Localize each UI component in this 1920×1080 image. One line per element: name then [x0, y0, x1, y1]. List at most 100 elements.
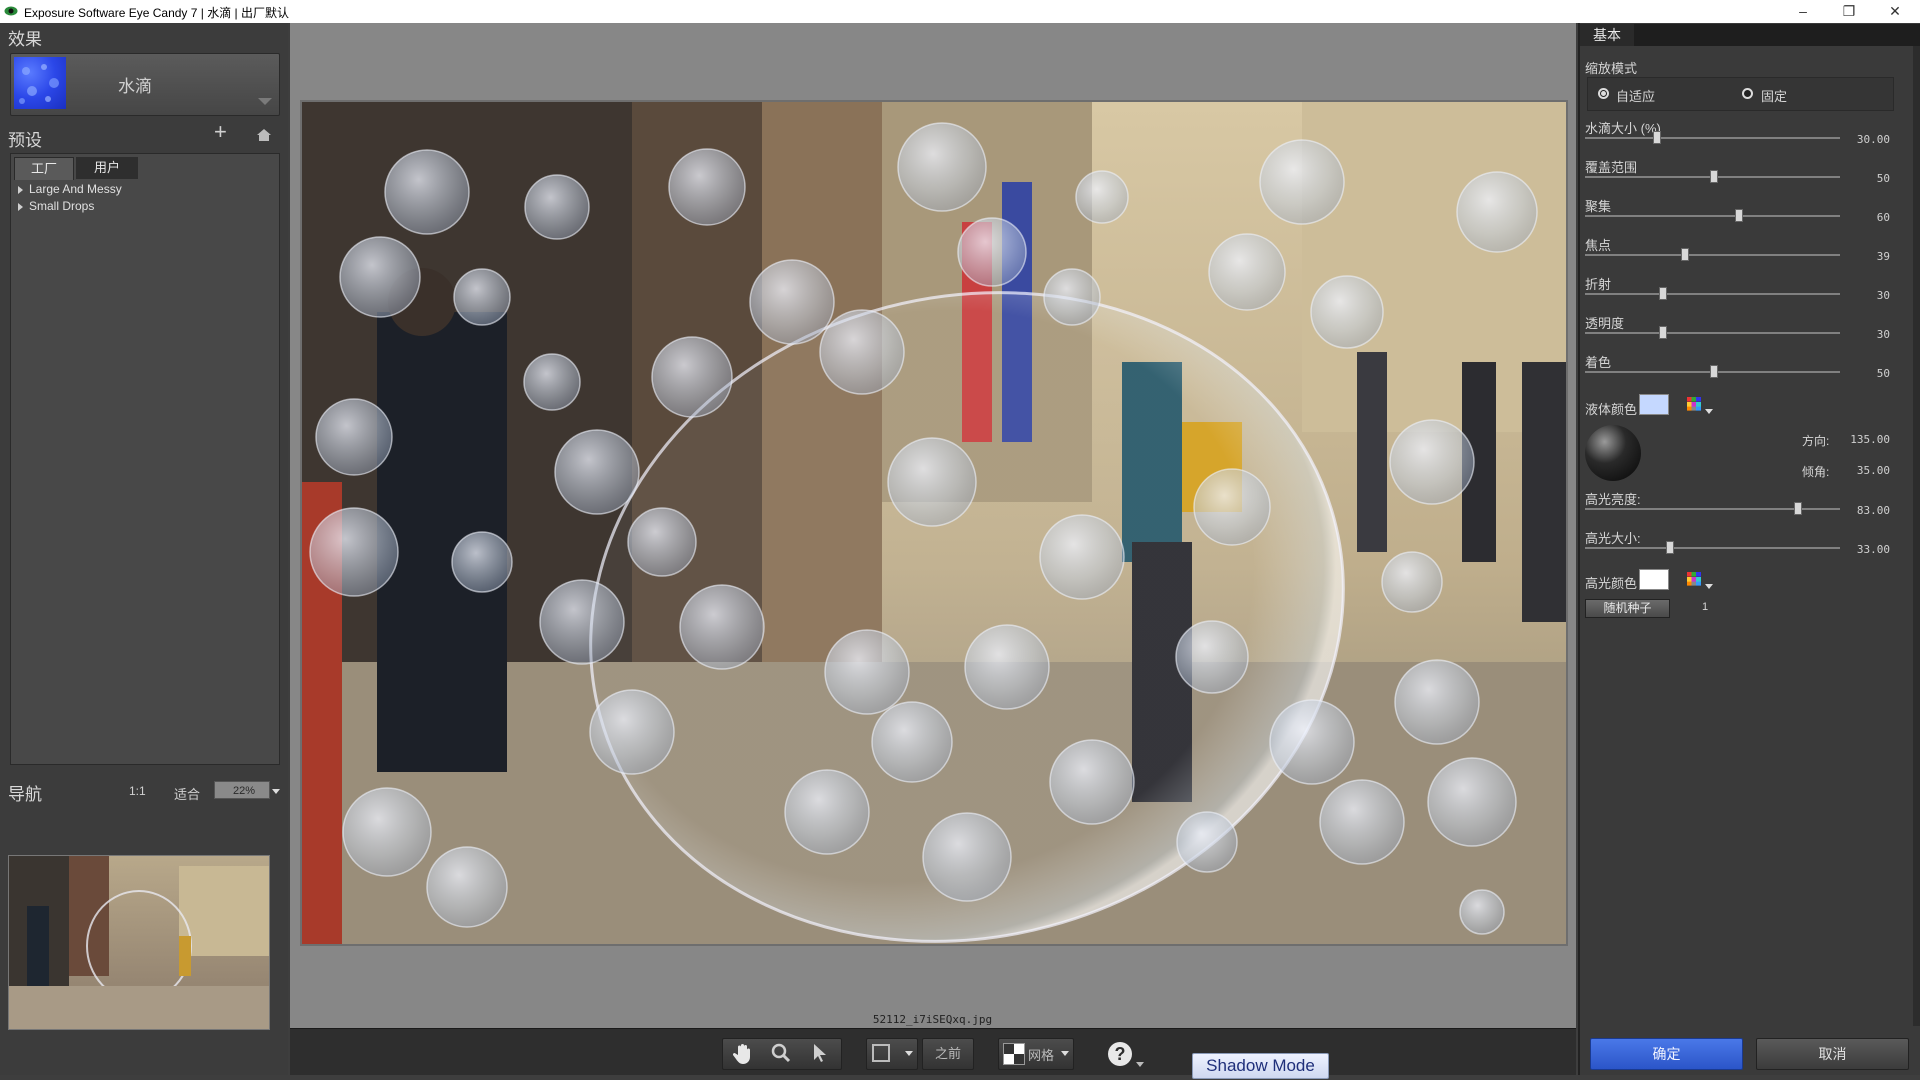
highlight-color-label: 高光颜色 — [1585, 576, 1638, 591]
chevron-down-icon[interactable] — [258, 98, 272, 105]
minimize-button[interactable]: – — [1780, 0, 1826, 23]
list-item[interactable]: Small Drops — [18, 199, 94, 213]
hand-tool-icon[interactable] — [732, 1043, 752, 1065]
window-title: Exposure Software Eye Candy 7 | 水滴 | 出厂默… — [24, 6, 289, 20]
right-panel-scrollbar[interactable] — [1913, 46, 1920, 1026]
list-item-label: Large And Messy — [29, 182, 122, 196]
sliders-slider-thumb[interactable] — [1653, 131, 1661, 144]
sliders2-slider-label: 高光亮度: — [1585, 492, 1641, 507]
sliders-slider-track[interactable] — [1585, 293, 1840, 295]
effect-thumbnail — [14, 57, 66, 109]
sliders2-slider-thumb[interactable] — [1666, 541, 1674, 554]
title-bar: Exposure Software Eye Candy 7 | 水滴 | 出厂默… — [0, 0, 1920, 24]
home-icon[interactable] — [256, 127, 272, 143]
zoom-one-to-one-button[interactable]: 1:1 — [129, 784, 146, 798]
random-seed-value[interactable]: 1 — [1702, 601, 1708, 613]
radio-fixed-label[interactable]: 固定 — [1761, 86, 1787, 105]
sliders-slider-track[interactable] — [1585, 137, 1840, 139]
grid-label: 网格 — [1028, 1048, 1055, 1063]
square-icon — [872, 1044, 890, 1062]
radio-fit-label[interactable]: 自适应 — [1616, 86, 1655, 105]
effect-name: 水滴 — [118, 77, 152, 96]
sliders2-slider-value[interactable]: 83.00 — [1830, 504, 1890, 517]
radio-fixed[interactable] — [1742, 88, 1753, 99]
sliders-slider-thumb[interactable] — [1710, 365, 1718, 378]
sliders-slider-thumb[interactable] — [1710, 170, 1718, 183]
chevron-down-icon[interactable] — [1705, 584, 1713, 589]
sliders2-slider-track[interactable] — [1585, 547, 1840, 549]
zoom-select[interactable]: 22% — [214, 781, 270, 799]
list-item[interactable]: Large And Messy — [18, 182, 122, 196]
presets-section-title: 预设 — [8, 131, 42, 150]
inclination-label: 倾角: — [1802, 465, 1830, 479]
presets-list — [10, 153, 280, 765]
sliders-slider-value[interactable]: 30.00 — [1830, 133, 1890, 146]
chevron-down-icon[interactable] — [905, 1051, 913, 1056]
chevron-down-icon[interactable] — [1061, 1051, 1069, 1056]
sliders-slider-value[interactable]: 50 — [1830, 172, 1890, 185]
sliders-slider-label: 聚集 — [1585, 199, 1612, 214]
chevron-down-icon[interactable] — [1705, 409, 1713, 414]
color-palette-icon[interactable] — [1687, 572, 1701, 586]
sliders-slider-value[interactable]: 39 — [1830, 250, 1890, 263]
tab-user[interactable]: 用户 — [76, 157, 138, 179]
color-palette-icon[interactable] — [1687, 397, 1701, 411]
sliders-slider-track[interactable] — [1585, 254, 1840, 256]
list-item-label: Small Drops — [29, 199, 95, 213]
tab-factory[interactable]: 工厂 — [14, 157, 74, 180]
checkerboard-icon — [1003, 1043, 1025, 1065]
liquid-color-swatch[interactable] — [1639, 394, 1669, 415]
preview-photo — [302, 102, 1566, 944]
sliders-slider-value[interactable]: 30 — [1830, 328, 1890, 341]
sliders-slider-label: 透明度 — [1585, 316, 1625, 331]
sliders-slider-value[interactable]: 60 — [1830, 211, 1890, 224]
zoom-mode-label: 缩放模式 — [1585, 61, 1638, 76]
sliders-slider-track[interactable] — [1585, 332, 1840, 334]
sliders-slider-value[interactable]: 30 — [1830, 289, 1890, 302]
preview-image[interactable] — [302, 102, 1566, 944]
pointer-tool-icon[interactable] — [812, 1043, 828, 1063]
random-seed-button[interactable]: 随机种子 — [1585, 599, 1670, 618]
help-icon[interactable]: ? — [1108, 1042, 1132, 1066]
expand-arrow-icon[interactable] — [18, 185, 23, 194]
shadow-mode-button[interactable]: Shadow Mode — [1192, 1053, 1329, 1079]
inclination-value[interactable]: 35.00 — [1830, 464, 1890, 477]
zoom-tool-icon[interactable] — [771, 1043, 791, 1063]
direction-value[interactable]: 135.00 — [1830, 433, 1890, 446]
sliders-slider-thumb[interactable] — [1735, 209, 1743, 222]
navigation-preview[interactable] — [8, 855, 270, 1030]
light-direction-sphere[interactable] — [1585, 425, 1641, 481]
radio-fit-dot — [1601, 91, 1606, 96]
zoom-fit-button[interactable]: 适合 — [174, 784, 200, 803]
eye-icon — [4, 6, 18, 16]
cancel-button[interactable]: 取消 — [1756, 1038, 1909, 1070]
sliders2-slider-thumb[interactable] — [1794, 502, 1802, 515]
chevron-down-icon[interactable] — [272, 789, 280, 794]
sliders-slider-label: 覆盖范围 — [1585, 160, 1638, 175]
highlight-color-swatch[interactable] — [1639, 569, 1669, 590]
sliders2-slider-value[interactable]: 33.00 — [1830, 543, 1890, 556]
restore-button[interactable]: ❐ — [1826, 0, 1872, 23]
sliders-slider-label: 着色 — [1585, 355, 1612, 370]
add-preset-icon[interactable]: + — [214, 121, 227, 143]
effect-section-title: 效果 — [8, 30, 42, 49]
tab-basic[interactable]: 基本 — [1580, 24, 1634, 46]
liquid-color-label: 液体颜色 — [1585, 402, 1638, 417]
before-button[interactable]: 之前 — [922, 1038, 974, 1070]
water-drops-icon — [19, 64, 59, 104]
expand-arrow-icon[interactable] — [18, 202, 23, 211]
navigation-thumbnail-image — [9, 856, 269, 1029]
ok-button[interactable]: 确定 — [1590, 1038, 1743, 1070]
sliders-slider-thumb[interactable] — [1659, 326, 1667, 339]
close-button[interactable]: ✕ — [1872, 0, 1918, 23]
sliders-slider-label: 焦点 — [1585, 238, 1612, 253]
chevron-down-icon[interactable] — [1136, 1062, 1144, 1067]
direction-label: 方向: — [1802, 434, 1830, 448]
sliders-slider-value[interactable]: 50 — [1830, 367, 1890, 380]
navigation-section-title: 导航 — [8, 785, 42, 804]
sliders-slider-thumb[interactable] — [1659, 287, 1667, 300]
filename-label: 52112_i7iSEQxq.jpg — [872, 1013, 993, 1026]
sliders-slider-label: 水滴大小 (%) — [1585, 121, 1661, 136]
sliders-slider-thumb[interactable] — [1681, 248, 1689, 261]
sliders-slider-track[interactable] — [1585, 215, 1840, 217]
